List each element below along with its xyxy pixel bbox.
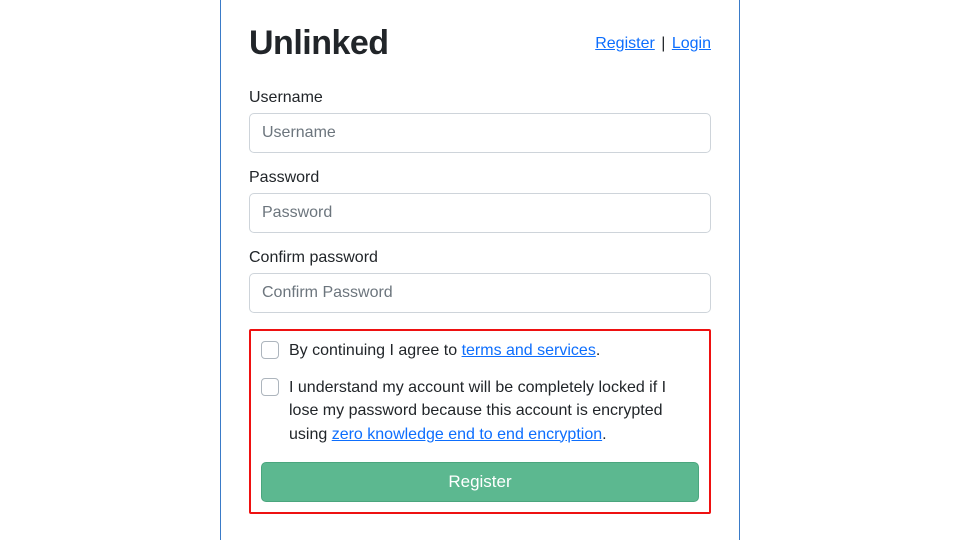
- encryption-text: I understand my account will be complete…: [289, 376, 699, 446]
- encryption-row: I understand my account will be complete…: [261, 376, 699, 446]
- confirm-password-field: Confirm password: [249, 249, 711, 313]
- password-label: Password: [249, 169, 711, 187]
- encryption-checkbox[interactable]: [261, 378, 279, 396]
- password-field: Password: [249, 169, 711, 233]
- password-input[interactable]: [249, 193, 711, 233]
- terms-checkbox[interactable]: [261, 341, 279, 359]
- username-label: Username: [249, 89, 711, 107]
- username-input[interactable]: [249, 113, 711, 153]
- terms-prefix: By continuing I agree to: [289, 342, 462, 359]
- highlighted-agreements: By continuing I agree to terms and servi…: [249, 329, 711, 514]
- terms-text: By continuing I agree to terms and servi…: [289, 339, 699, 362]
- auth-nav: Register | Login: [595, 35, 711, 53]
- login-link[interactable]: Login: [672, 35, 711, 52]
- username-field: Username: [249, 89, 711, 153]
- register-link[interactable]: Register: [595, 35, 655, 52]
- header-row: Unlinked Register | Login: [249, 24, 711, 63]
- nav-separator: |: [655, 35, 672, 52]
- terms-link[interactable]: terms and services: [462, 342, 596, 359]
- encryption-suffix: .: [602, 426, 606, 443]
- brand-title: Unlinked: [249, 24, 389, 63]
- confirm-password-input[interactable]: [249, 273, 711, 313]
- terms-row: By continuing I agree to terms and servi…: [261, 339, 699, 362]
- encryption-link[interactable]: zero knowledge end to end encryption: [332, 426, 602, 443]
- confirm-password-label: Confirm password: [249, 249, 711, 267]
- page: Unlinked Register | Login Username Passw…: [0, 0, 960, 540]
- register-panel: Unlinked Register | Login Username Passw…: [220, 0, 740, 540]
- terms-suffix: .: [596, 342, 600, 359]
- register-button[interactable]: Register: [261, 462, 699, 502]
